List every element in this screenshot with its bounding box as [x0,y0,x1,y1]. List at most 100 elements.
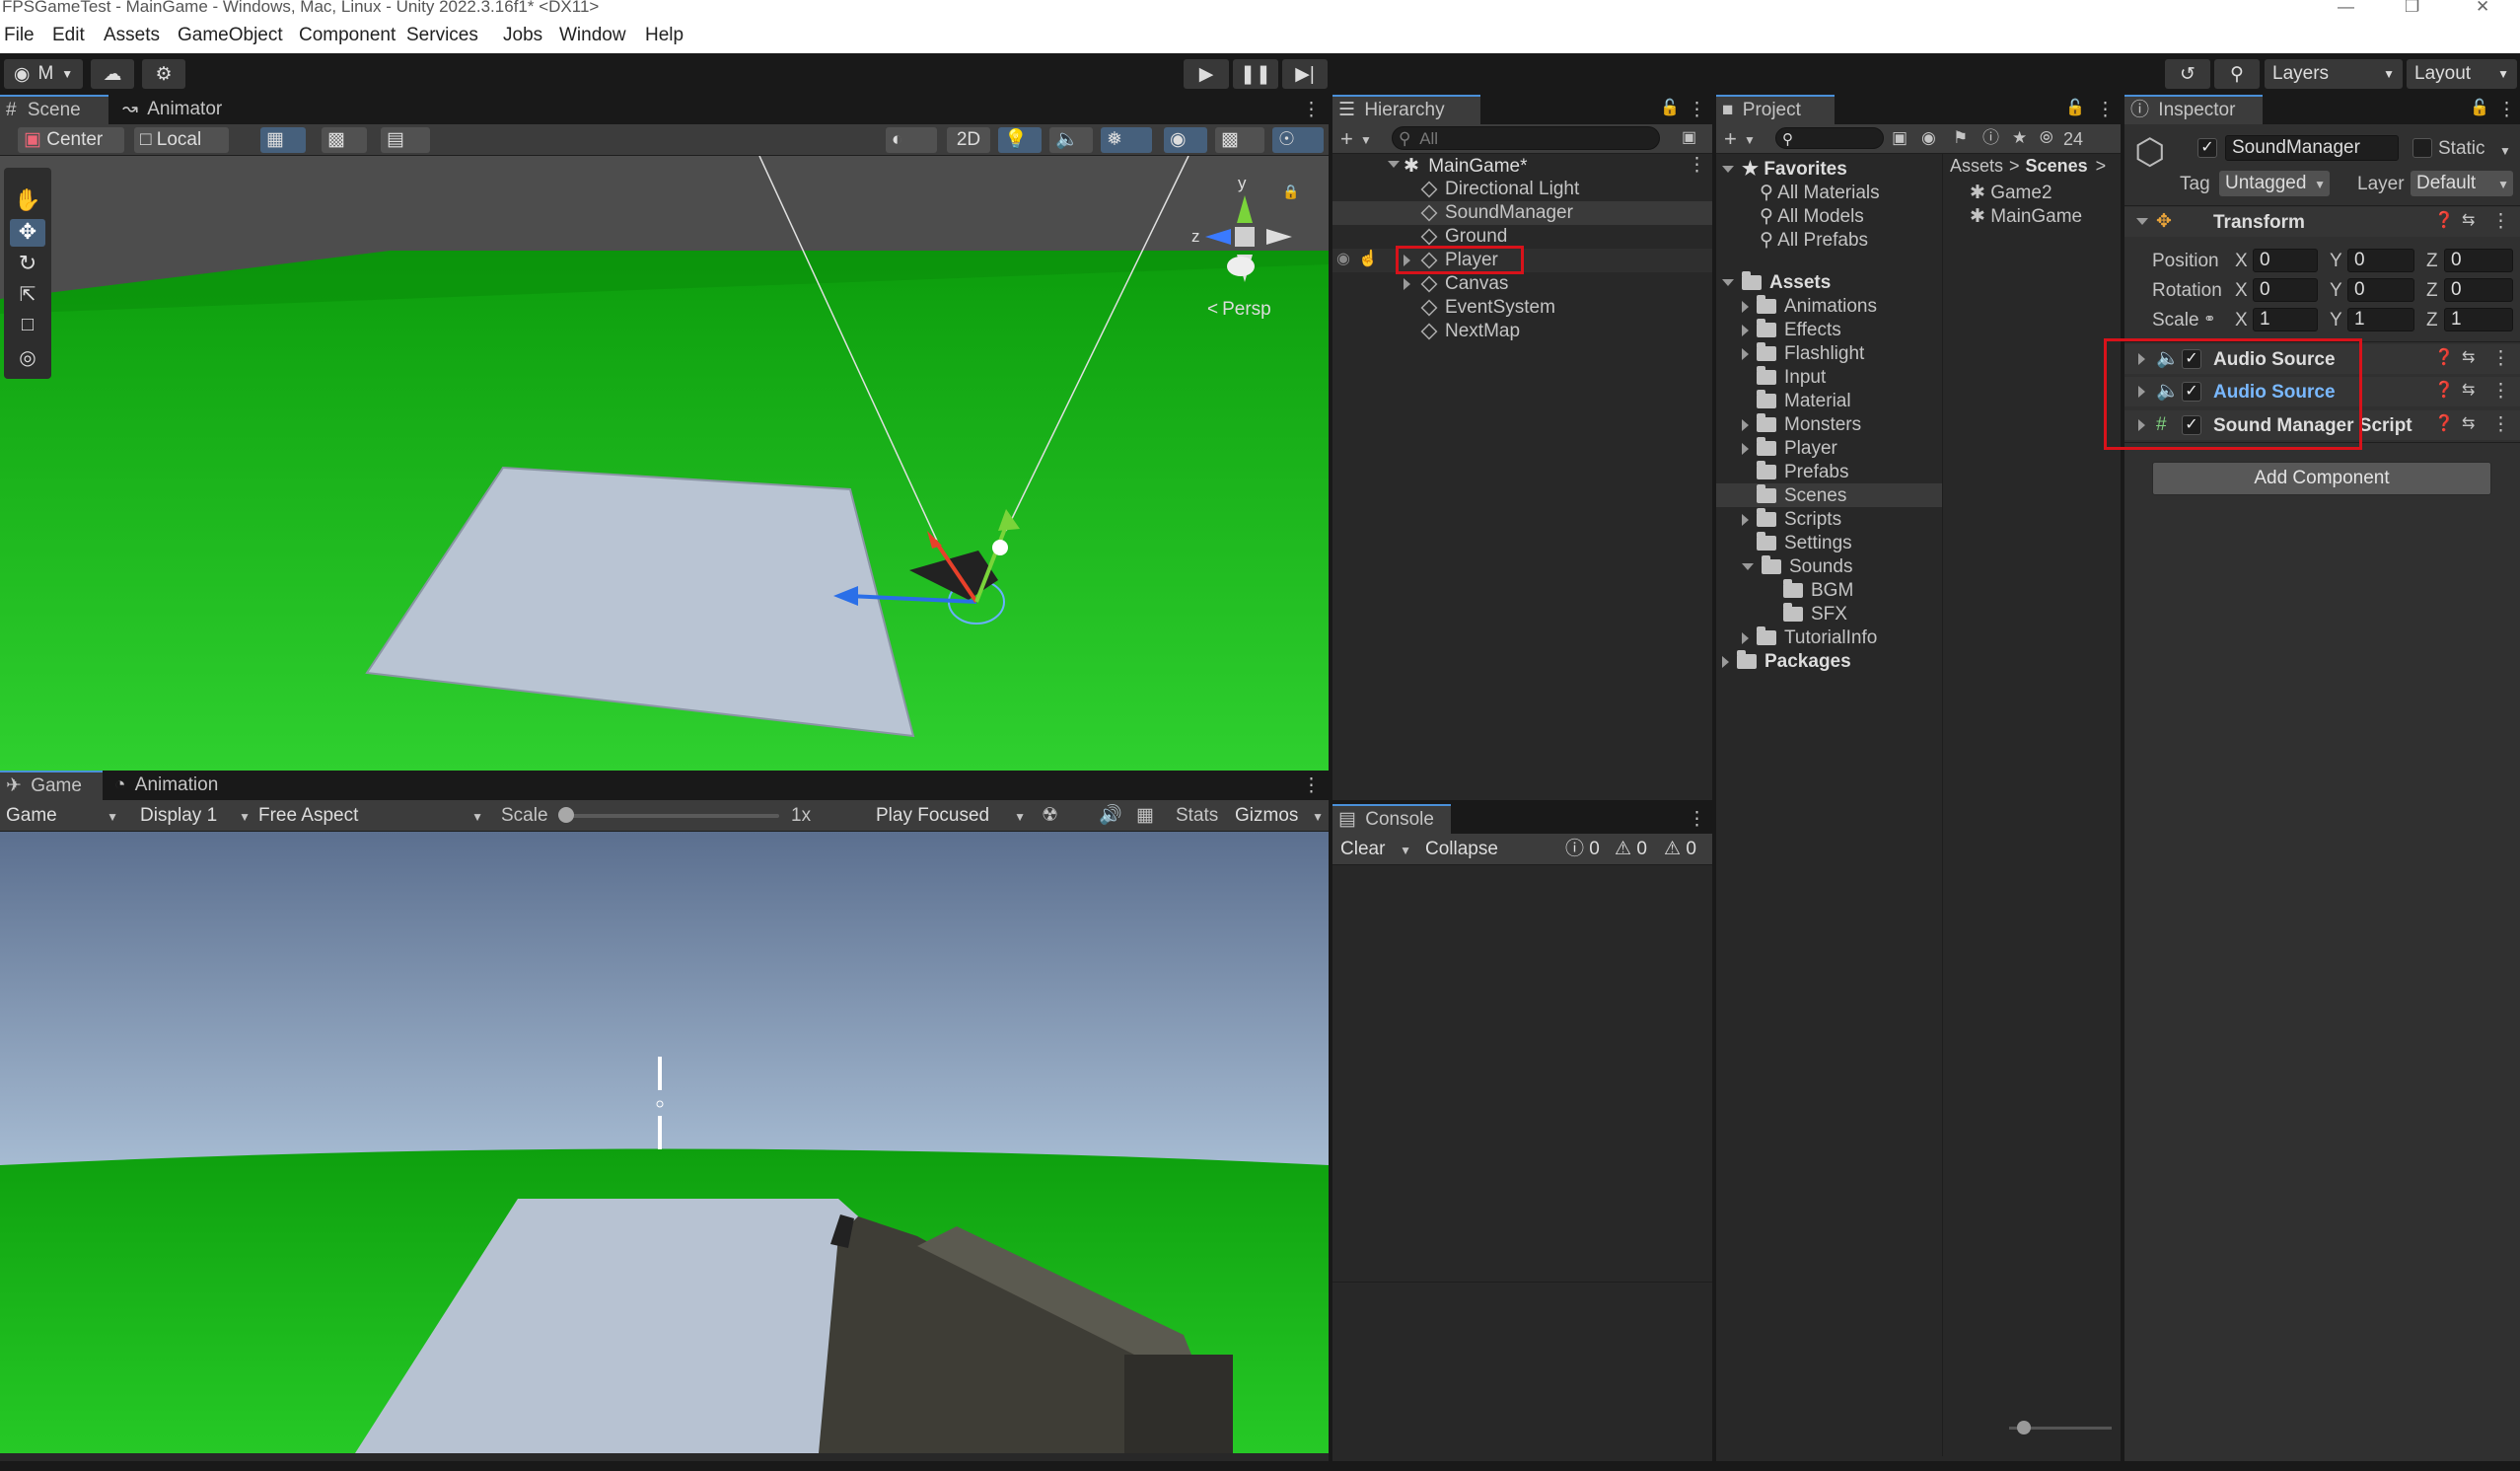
hierarchy-search-input[interactable]: ⚲ All [1392,126,1660,150]
play-mode-dropdown[interactable]: Play Focused ▼ [870,803,1030,829]
layout-dropdown[interactable]: Layout ▼ [2407,59,2517,89]
rotate-tool-icon[interactable]: ↻ [10,251,45,278]
menu-component[interactable]: Component [299,18,396,53]
more-options-icon[interactable]: ⋮ [2497,101,2516,119]
filter-type-icon[interactable]: ◉ [1921,129,1936,146]
2d-toggle[interactable]: 2D [947,127,990,153]
more-options-icon[interactable]: ⋮ [1688,101,1706,119]
expand-icon[interactable] [1388,161,1400,168]
folder-item[interactable]: Sounds [1742,555,1852,578]
bug-icon[interactable]: ☢ [1042,806,1058,825]
view-dropdown[interactable]: Game ▼ [0,803,124,829]
hidden-objects-toggle[interactable]: ◉ [1164,127,1207,153]
folder-item[interactable]: BGM [1783,579,1853,602]
more-options-icon[interactable]: ⋮ [2096,101,2115,119]
folder-item[interactable]: Settings [1757,532,1852,554]
camera-dropdown[interactable]: ▩ [1215,127,1264,153]
menu-file[interactable]: File [4,18,35,53]
stats-toggle[interactable]: Stats [1176,805,1218,827]
more-options-icon[interactable]: ⋮ [1688,810,1706,829]
draw-mode-button[interactable]: ◐ [886,127,937,153]
filter-label-icon[interactable]: ⚑ [1953,129,1968,146]
move-tool-icon[interactable]: ✥ [10,219,45,247]
visibility-eye-icon[interactable]: ◉ [1336,252,1350,267]
hierarchy-item[interactable]: EventSystem [1332,296,1712,320]
menu-jobs[interactable]: Jobs [503,18,542,53]
folder-item[interactable]: Monsters [1742,413,1861,436]
chevron-down-icon[interactable]: ▼ [1744,133,1756,147]
tab-animation[interactable]: ◔ Animation [108,771,247,800]
tab-inspector[interactable]: ⓘ Inspector [2124,95,2263,124]
menu-gameobject[interactable]: GameObject [178,18,283,53]
tab-hierarchy[interactable]: ☰ Hierarchy [1332,95,1480,124]
position-z-field[interactable]: 0 [2444,249,2513,272]
lock-icon[interactable]: 🔒 [1282,184,1299,200]
search-button[interactable]: ⚲ [2214,59,2260,89]
hierarchy-item-selected[interactable]: SoundManager [1332,201,1712,225]
more-options-icon[interactable]: ⋮ [2491,212,2510,231]
error-filter[interactable]: ⚠ 0 [1658,837,1707,862]
stats-grid-icon[interactable]: ▦ [1136,806,1154,825]
favorites-header[interactable]: ★ Favorites [1722,158,1847,181]
rotation-y-field[interactable]: 0 [2347,278,2414,302]
grid-visibility-button[interactable]: ▤ [381,127,430,153]
breadcrumb-scenes[interactable]: Scenes [2026,156,2088,177]
more-options-icon[interactable]: ⋮ [1302,776,1321,795]
close-icon[interactable]: ✕ [2476,0,2489,15]
tab-scene[interactable]: # Scene [0,95,108,124]
scene-root-row[interactable]: ✱ MainGame* ⋮ [1332,154,1712,178]
active-checkbox[interactable]: ✓ [2197,138,2217,158]
preset-icon[interactable]: ⇆ [2462,350,2475,366]
folder-item[interactable]: Flashlight [1742,342,1864,365]
icon-size-slider-thumb[interactable] [2017,1421,2031,1434]
tab-console[interactable]: ▤ Console [1332,804,1451,834]
transform-tool-icon[interactable]: ◎ [10,345,45,373]
add-icon[interactable]: + [1724,128,1737,150]
transform-header[interactable]: ✥ Transform ❓ ⇆ ⋮ [2124,207,2520,237]
tab-game[interactable]: ✈ Game [0,771,103,800]
static-checkbox[interactable] [2412,138,2432,158]
play-button[interactable]: ▶ [1184,59,1229,89]
preset-icon[interactable]: ⇆ [2462,213,2475,229]
layer-dropdown[interactable]: Default ▼ [2411,171,2513,196]
preset-icon[interactable]: ⇆ [2462,383,2475,399]
cloud-button[interactable]: ☁ [91,59,134,89]
favorite-star-icon[interactable]: ★ [2012,129,2027,146]
lock-icon[interactable]: 🔓 [2470,101,2489,116]
account-button[interactable]: ◉ M ▼ [4,59,83,89]
pause-button[interactable]: ❚❚ [1233,59,1278,89]
menu-assets[interactable]: Assets [104,18,160,53]
menu-edit[interactable]: Edit [52,18,85,53]
audio-toggle[interactable]: 🔈 [1049,127,1093,153]
help-icon[interactable]: ❓ [2434,350,2454,366]
menu-services[interactable]: Services [406,18,478,53]
preset-icon[interactable]: ⇆ [2462,416,2475,432]
tag-dropdown[interactable]: Untagged ▼ [2219,171,2330,196]
scale-tool-icon[interactable]: ⇱ [10,282,45,310]
folder-item[interactable]: Prefabs [1757,461,1848,483]
gizmos-dropdown[interactable]: ☉ [1272,127,1324,153]
search-filter-icon[interactable]: ▣ [1682,130,1696,146]
folder-item[interactable]: Effects [1742,319,1841,341]
gizmos-dropdown[interactable]: Gizmos ▼ [1229,803,1328,829]
layers-dropdown[interactable]: Layers ▼ [2265,59,2403,89]
position-y-field[interactable]: 0 [2347,249,2414,272]
more-options-icon[interactable]: ⋮ [2491,349,2510,368]
search-filter-icon[interactable]: ▣ [1892,129,1908,146]
assets-root[interactable]: Assets [1722,271,1831,294]
maximize-icon[interactable]: ❐ [2405,0,2419,15]
scene-file[interactable]: ✱ MainGame [1970,205,2082,228]
favorite-item[interactable]: ⚲ All Prefabs [1760,229,1868,252]
collab-button[interactable]: ⚙ [142,59,185,89]
add-component-button[interactable]: Add Component [2152,462,2491,495]
tab-project[interactable]: ■ Project [1716,95,1835,124]
favorite-item[interactable]: ⚲ All Models [1760,205,1864,228]
object-name-field[interactable]: SoundManager [2225,135,2399,161]
help-icon[interactable]: ❓ [2434,213,2454,229]
packages-root[interactable]: Packages [1722,650,1851,673]
warning-filter[interactable]: ⚠ 0 [1609,837,1656,862]
clear-button[interactable]: Clear ▼ [1334,837,1413,862]
link-icon[interactable]: ⚭ [2203,312,2216,327]
pivot-dropdown[interactable]: ▣ Center [18,127,124,153]
scale-y-field[interactable]: 1 [2347,308,2414,331]
